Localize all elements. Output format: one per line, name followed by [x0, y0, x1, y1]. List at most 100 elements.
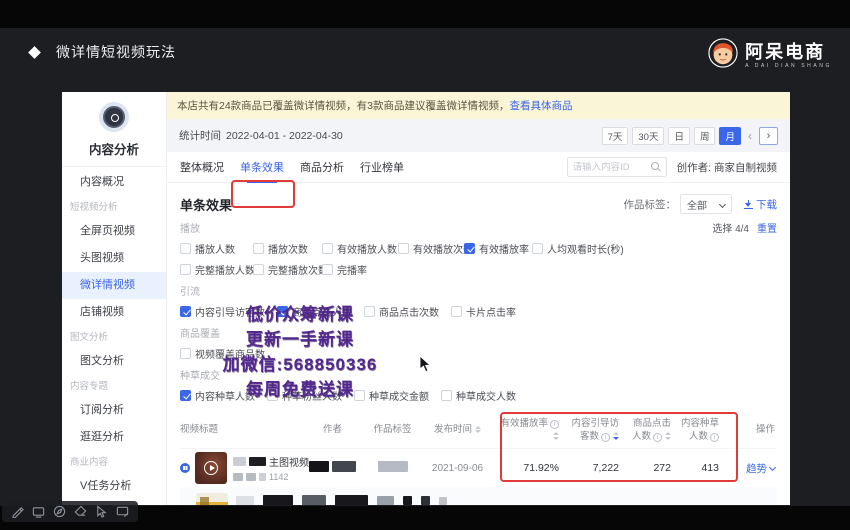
screen-annotate-tool-icon[interactable]: [116, 505, 129, 518]
tab-single-item-effect[interactable]: 单条效果: [240, 152, 284, 183]
info-icon[interactable]: [710, 433, 719, 442]
section-title: 单条效果: [180, 195, 232, 214]
sidebar-item-guangguang-analysis[interactable]: 逛逛分析: [62, 424, 166, 451]
next-period-icon[interactable]: ›: [759, 127, 778, 145]
checkbox-icon: [253, 264, 264, 275]
mouse-cursor-icon: [419, 355, 431, 378]
tab-product-analysis[interactable]: 商品分析: [300, 152, 344, 183]
sidebar-section-short-video: 短视频分析: [62, 196, 166, 218]
redacted-text: [439, 497, 447, 505]
sidebar-item-content-overview[interactable]: 内容概况: [62, 169, 166, 196]
metric-checkbox[interactable]: 有效播放率: [464, 241, 532, 256]
metric-checkbox[interactable]: 播放次数: [253, 241, 322, 256]
video-title-cell: 主图视频... 1142: [180, 452, 300, 484]
checkbox-icon: [532, 243, 543, 254]
sidebar-section-content-topic: 内容专题: [62, 375, 166, 397]
chevron-down-icon: [719, 200, 726, 207]
range-month-button[interactable]: 月: [719, 127, 741, 145]
redacted-text: [309, 461, 329, 472]
redacted-text: [377, 496, 394, 506]
range-30d-button[interactable]: 30天: [632, 127, 664, 145]
play-icon: [204, 461, 218, 475]
metric-checkbox[interactable]: 种草成交人数: [441, 388, 516, 403]
metric-checkbox[interactable]: 卡片点击率: [451, 304, 516, 319]
avatar: [99, 102, 129, 132]
sort-icon[interactable]: [665, 432, 671, 440]
info-icon[interactable]: [601, 433, 610, 442]
stats-time-row: 统计时间 2022-04-01 - 2022-04-30 7天 30天 日 周 …: [167, 119, 790, 152]
cursor-tool-icon[interactable]: [95, 505, 108, 518]
promo-overlay-text: 低价众筹新课 更新一手新课 加微信:568850336 每周免费送课: [198, 302, 402, 402]
col-header-product-clicks[interactable]: 商品点击人数: [629, 417, 679, 443]
redacted-text: [236, 496, 254, 505]
col-header-publish-date[interactable]: 发布时间: [420, 423, 495, 436]
sort-desc-icon[interactable]: [613, 432, 619, 440]
col-header-play-rate[interactable]: 有效播放率: [495, 417, 565, 443]
play-rate-cell: 71.92%: [495, 462, 565, 474]
sidebar-item-vtask-analysis[interactable]: V任务分析: [62, 473, 166, 500]
view-products-link[interactable]: 查看具体商品: [510, 100, 573, 112]
col-header-action: 操作: [723, 423, 777, 436]
sidebar: 内容分析 内容概况 短视频分析 全屏页视频 头图视频 微详情视频 店铺视频 图文…: [62, 92, 167, 505]
range-7d-button[interactable]: 7天: [602, 127, 629, 145]
pen-tool-icon[interactable]: [11, 505, 24, 518]
action-cell: 趋势: [723, 461, 777, 476]
metric-checkbox[interactable]: 完播率: [322, 262, 398, 277]
sidebar-title: 内容分析: [62, 139, 166, 158]
trend-link[interactable]: 趋势: [746, 463, 775, 475]
search-input[interactable]: [573, 162, 651, 173]
sidebar-item-image-text-analysis[interactable]: 图文分析: [62, 348, 166, 375]
compass-tool-icon[interactable]: [53, 505, 66, 518]
metric-checkbox[interactable]: 完整播放次数: [253, 262, 322, 277]
date-range-buttons: 7天 30天 日 周 月 ‹ ›: [602, 127, 778, 145]
metric-checkbox[interactable]: 完整播放人数: [180, 262, 253, 277]
sort-icon[interactable]: [475, 426, 481, 434]
eraser-tool-icon[interactable]: [74, 505, 87, 518]
video-views: 1142: [269, 472, 288, 482]
sidebar-section-image-text: 图文分析: [62, 326, 166, 348]
checkbox-icon: [180, 264, 191, 275]
col-header-guided-visitors[interactable]: 内容引导访客数: [565, 417, 629, 443]
checkbox-icon: [180, 390, 191, 401]
sidebar-item-fullscreen-video[interactable]: 全屏页视频: [62, 218, 166, 245]
video-thumbnail[interactable]: [196, 493, 228, 505]
search-icon[interactable]: [651, 162, 661, 172]
creator-filter[interactable]: 创作者: 商家自制视频: [677, 160, 777, 175]
metric-checkbox[interactable]: 有效播放次数: [398, 241, 464, 256]
sidebar-item-shop-video[interactable]: 店铺视频: [62, 299, 166, 326]
checkbox-icon: [253, 243, 264, 254]
guided-visitors-cell: 7,222: [565, 462, 629, 474]
metric-checkbox[interactable]: 人均观看时长(秒): [532, 241, 624, 256]
metric-group-play: 播放 选择 4/4重置: [180, 220, 777, 235]
table-row-redacted: [180, 487, 777, 505]
reset-button[interactable]: 重置: [757, 224, 777, 235]
tab-industry-ranking[interactable]: 行业榜单: [360, 152, 404, 183]
content-id-search[interactable]: [567, 157, 667, 177]
tag-filter-select[interactable]: 全部: [680, 194, 732, 214]
metric-checkbox[interactable]: 播放人数: [180, 241, 253, 256]
checkbox-icon: [441, 390, 452, 401]
notice-text: 本店共有24款商品已覆盖微详情视频，有3款商品建议覆盖微详情视频，: [177, 100, 510, 112]
sidebar-item-subscription-analysis[interactable]: 订阅分析: [62, 397, 166, 424]
redacted-text: [378, 461, 408, 472]
range-week-button[interactable]: 周: [694, 127, 716, 145]
publish-date-cell: 2021-09-06: [420, 463, 495, 474]
checkbox-icon: [464, 243, 475, 254]
col-header-seeding-users[interactable]: 内容种草人数: [679, 417, 723, 443]
download-button[interactable]: 下载: [744, 197, 777, 212]
redacted-text: [302, 495, 326, 505]
sidebar-item-micro-detail-video[interactable]: 微详情视频: [62, 272, 166, 299]
video-thumbnail[interactable]: [195, 452, 227, 484]
info-icon[interactable]: [653, 433, 662, 442]
avatar-icon: [103, 106, 125, 128]
sidebar-item-header-video[interactable]: 头图视频: [62, 245, 166, 272]
metric-checkbox[interactable]: 有效播放人数: [322, 241, 398, 256]
sort-icon[interactable]: [553, 432, 559, 440]
range-day-button[interactable]: 日: [668, 127, 690, 145]
tab-overall[interactable]: 整体概况: [180, 152, 224, 183]
board-tool-icon[interactable]: [32, 505, 45, 518]
prev-period-icon[interactable]: ‹: [745, 129, 755, 143]
diamond-bullet-icon: [28, 46, 41, 59]
redacted-text: [259, 473, 266, 481]
info-icon[interactable]: [550, 420, 559, 429]
